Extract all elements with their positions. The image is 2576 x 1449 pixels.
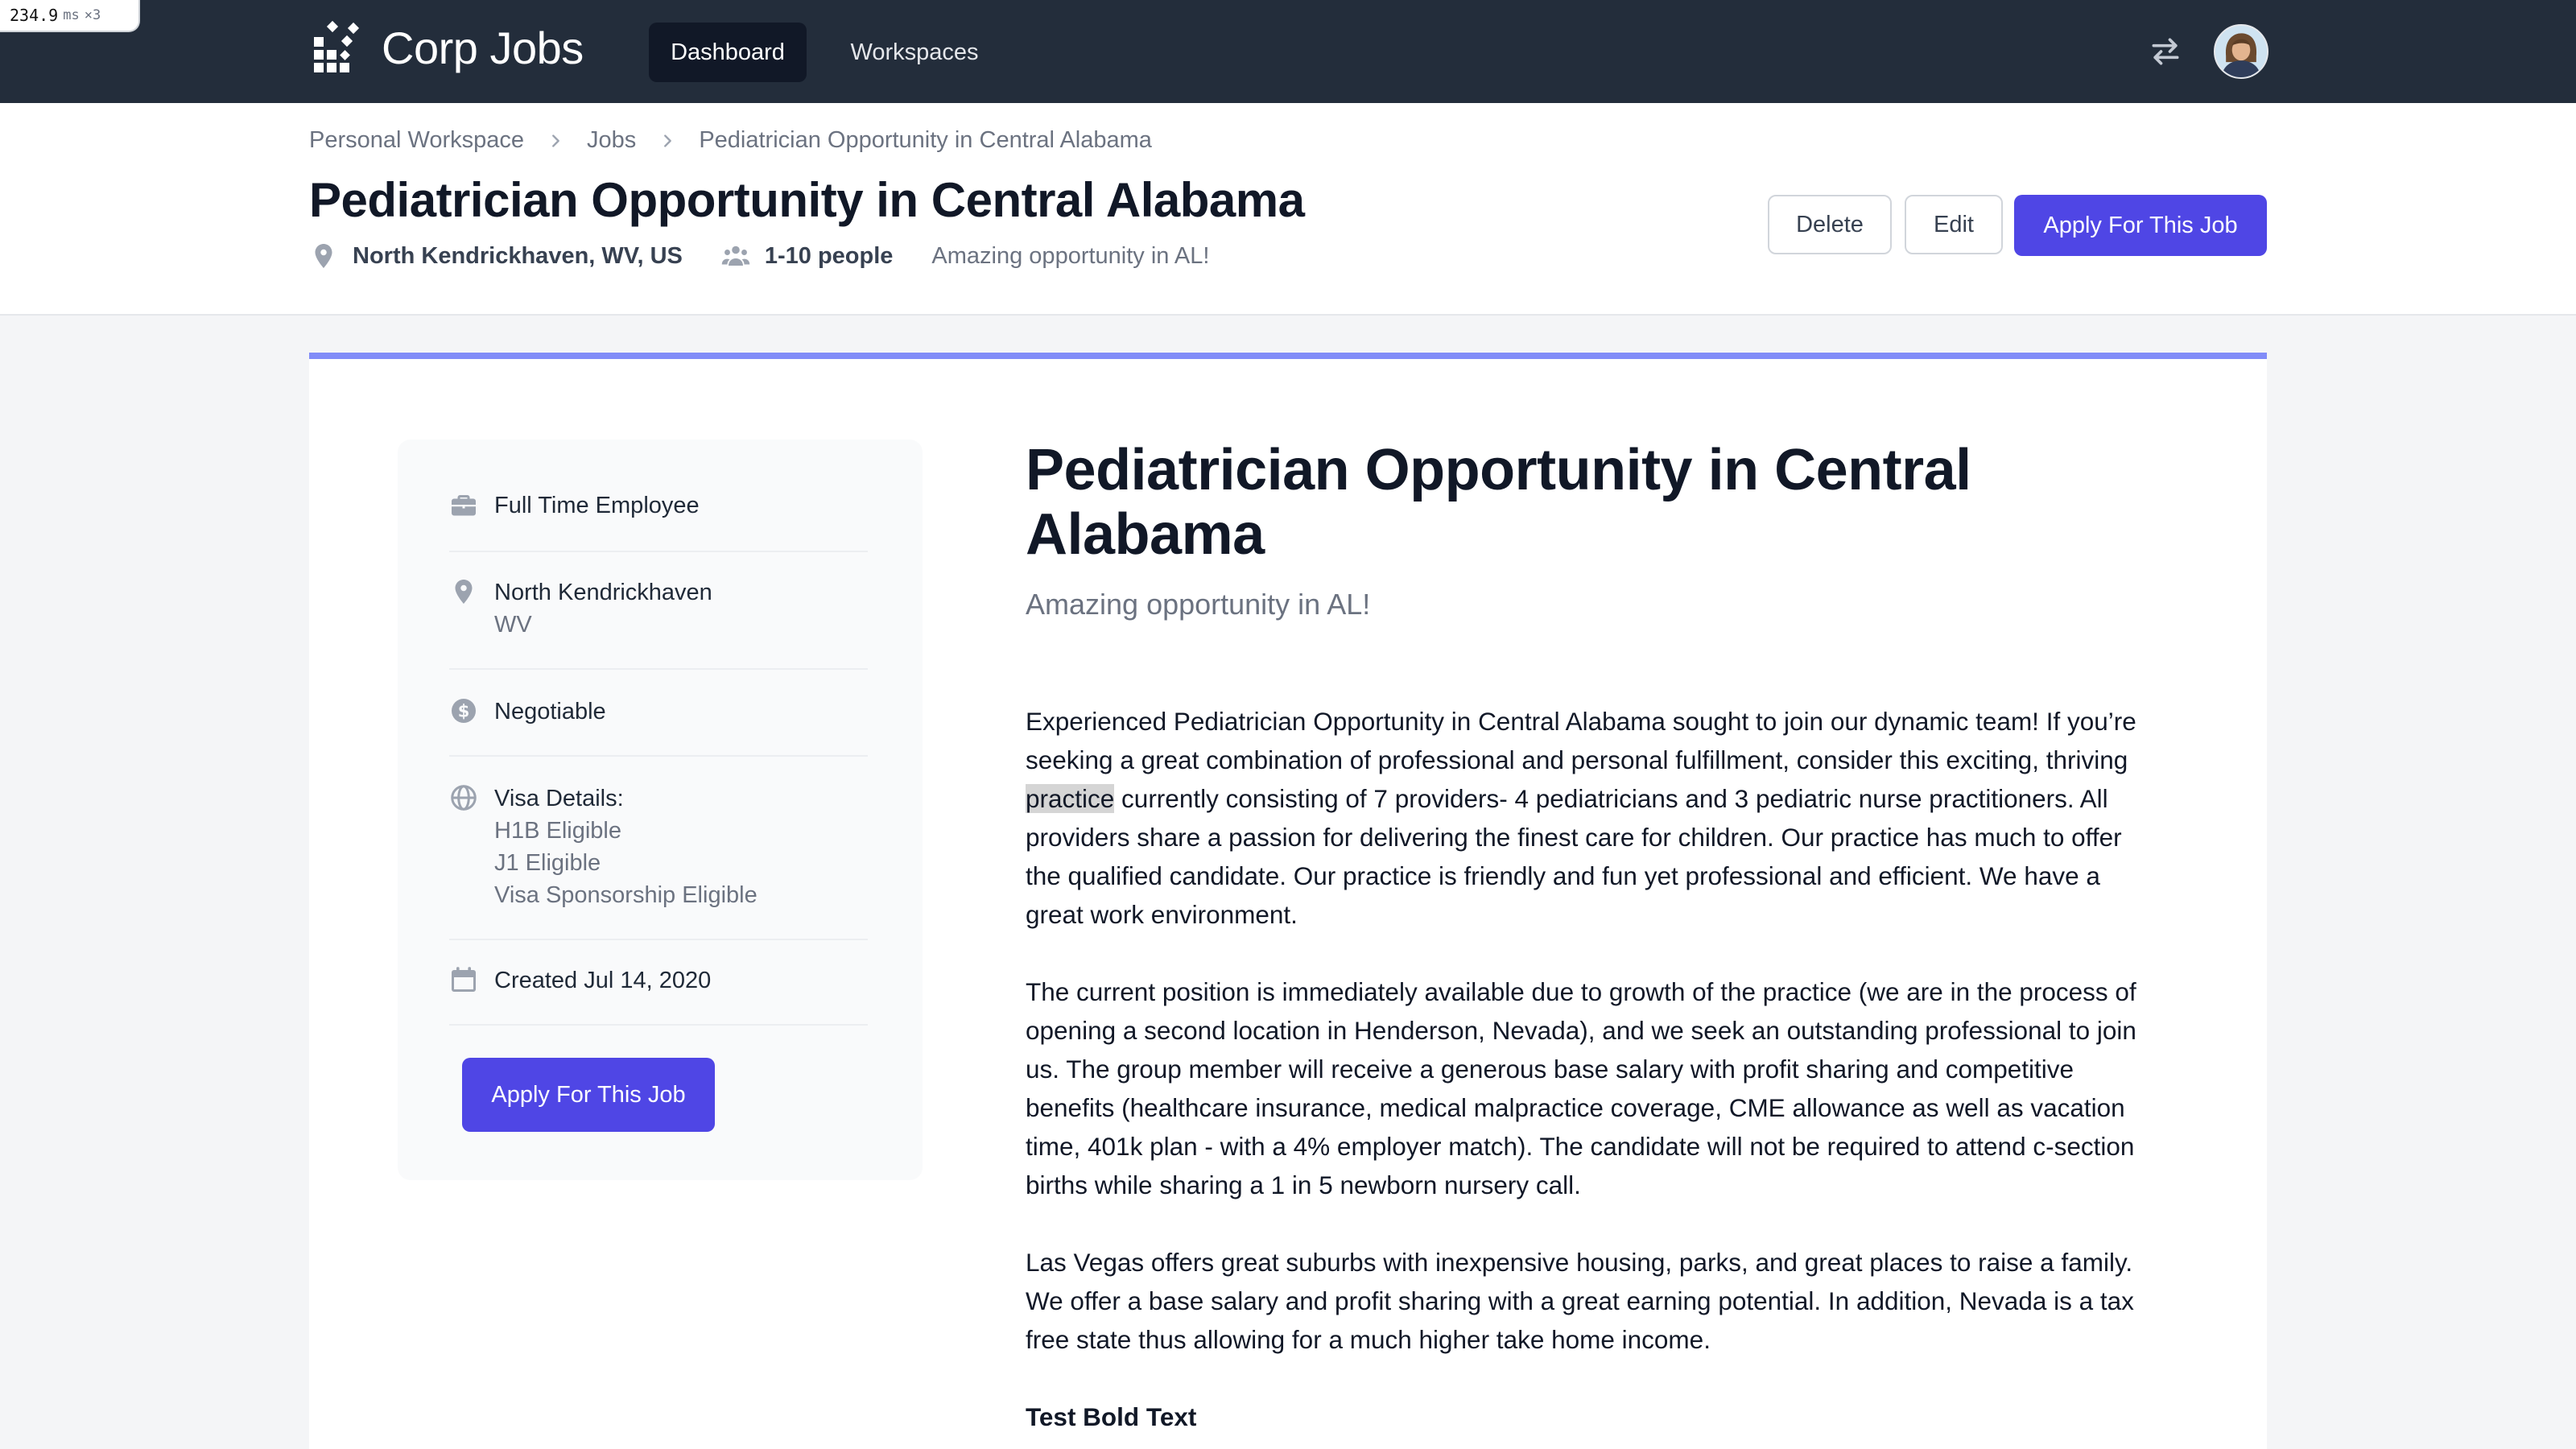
divider	[449, 551, 868, 552]
perf-value: 234.9	[10, 6, 59, 25]
meta-tagline: Amazing opportunity in AL!	[931, 243, 1209, 270]
detail-employment: Full Time Employee	[449, 489, 868, 522]
description-text: Experienced Pediatrician Opportunity in …	[1026, 707, 2136, 774]
location-pin-icon	[455, 580, 473, 604]
employment-type: Full Time Employee	[494, 493, 700, 518]
visa-item: J1 Eligible	[494, 850, 601, 876]
meta-size-text: 1-10 people	[764, 242, 894, 269]
meta-location: North Kendrickhaven, WV, US	[309, 242, 683, 270]
page-title: Pediatrician Opportunity in Central Alab…	[309, 173, 1305, 227]
job-details-sidebar: Full Time Employee North Kendrickhaven W…	[398, 440, 923, 1180]
job-title: Pediatrician Opportunity in Central Alab…	[1026, 438, 1971, 567]
brand-name: Corp Jobs	[382, 22, 584, 73]
salary-text: Negotiable	[494, 699, 606, 724]
apply-button-sidebar[interactable]: Apply For This Job	[462, 1058, 715, 1132]
meta-tagline-text: Amazing opportunity in AL!	[931, 242, 1210, 269]
user-avatar-icon	[2215, 26, 2267, 77]
detail-location: North Kendrickhaven WV	[449, 576, 868, 641]
job-description: Pediatrician Opportunity in Central Alab…	[1026, 438, 2161, 1436]
highlighted-text: practice	[1026, 784, 1115, 813]
apply-button-header[interactable]: Apply For This Job	[2014, 195, 2267, 256]
avatar[interactable]	[2214, 24, 2268, 79]
created-date: Created Jul 14, 2020	[494, 968, 712, 993]
breadcrumb-item-workspace[interactable]: Personal Workspace	[309, 127, 524, 154]
job-subtitle: Amazing opportunity in AL!	[1026, 588, 1371, 621]
briefcase-icon	[452, 495, 476, 516]
job-meta: North Kendrickhaven, WV, US 1-10 people …	[309, 242, 1248, 270]
globe-icon	[451, 785, 477, 811]
visa-item: Visa Sponsorship Eligible	[494, 882, 758, 908]
divider	[449, 939, 868, 940]
divider	[449, 1024, 868, 1026]
visa-label: Visa Details:	[494, 786, 624, 811]
divider	[449, 755, 868, 757]
breadcrumb-item-current[interactable]: Pediatrician Opportunity in Central Alab…	[699, 127, 1152, 154]
description-paragraph: Las Vegas offers great suburbs with inex…	[1026, 1248, 2134, 1354]
description-text: currently consisting of 7 providers- 4 p…	[1026, 784, 2122, 929]
perf-unit: ms	[63, 7, 80, 23]
visa-item: H1B Eligible	[494, 818, 621, 844]
detail-created: Created Jul 14, 2020	[449, 964, 868, 997]
switch-icon[interactable]	[2148, 34, 2183, 69]
perf-overlay: 234.9 ms ×3	[0, 0, 140, 32]
location-pin-icon	[315, 244, 332, 268]
meta-location-text: North Kendrickhaven, WV, US	[353, 242, 683, 269]
accent-bar	[309, 353, 2267, 359]
job-content-card: Full Time Employee North Kendrickhaven W…	[309, 353, 2267, 1449]
brand[interactable]: Corp Jobs	[312, 19, 584, 76]
logo-icon	[314, 20, 360, 72]
nav-workspaces[interactable]: Workspaces	[834, 23, 995, 82]
breadcrumb-item-jobs[interactable]: Jobs	[587, 127, 636, 154]
delete-button[interactable]: Delete	[1768, 195, 1892, 254]
breadcrumb: Personal Workspace Jobs Pediatrician Opp…	[309, 127, 1152, 154]
perf-multiplier: ×3	[84, 7, 101, 23]
edit-button[interactable]: Edit	[1905, 195, 2003, 254]
dollar-icon: $	[452, 699, 476, 723]
top-navigation: Corp Jobs Dashboard Workspaces	[0, 0, 2576, 103]
svg-text:$: $	[458, 702, 470, 721]
location-city: North Kendrickhaven	[494, 580, 712, 605]
detail-visa: Visa Details: H1B Eligible J1 Eligible V…	[449, 782, 868, 911]
detail-salary: $ Negotiable	[449, 696, 868, 728]
nav-dashboard[interactable]: Dashboard	[649, 23, 807, 82]
divider	[449, 668, 868, 670]
bold-text: Test Bold Text	[1026, 1402, 1197, 1431]
location-state: WV	[494, 612, 532, 638]
chevron-right-icon	[552, 134, 559, 147]
description-paragraph: Experienced Pediatrician Opportunity in …	[1026, 702, 2161, 934]
calendar-icon	[452, 967, 476, 992]
people-icon	[721, 246, 750, 266]
chevron-right-icon	[664, 134, 672, 147]
description-paragraph: The current position is immediately avai…	[1026, 977, 2136, 1199]
meta-size: 1-10 people	[721, 242, 894, 270]
